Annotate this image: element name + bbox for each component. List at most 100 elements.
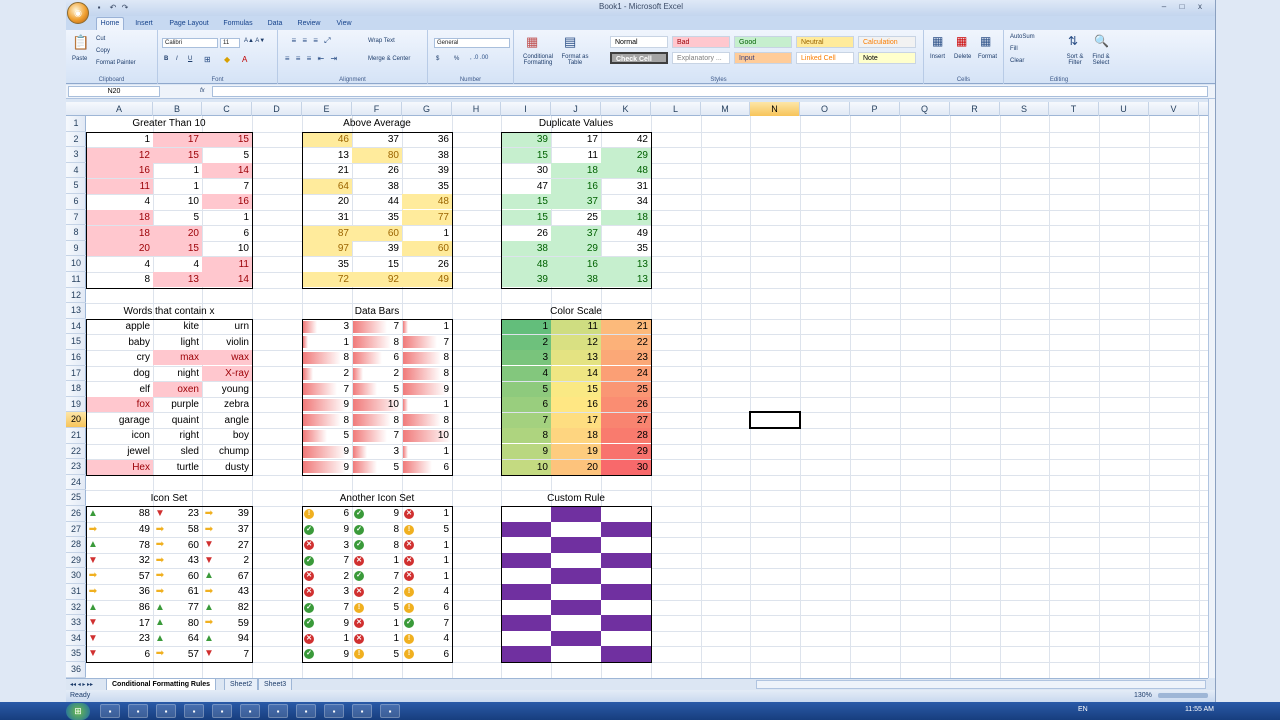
undo-icon[interactable]: ↶ <box>108 3 118 13</box>
merge-center-button[interactable]: Merge & Center <box>368 56 410 62</box>
font-group: Calibri 11 A▲ A▼ B I U ⊞ ◆ A Font <box>158 30 278 84</box>
save-icon[interactable]: ▪ <box>94 3 104 13</box>
worksheet-grid[interactable]: ABCDEFGHIJKLMNOPQRSTUV 1 2 3 4 5 6 7 8 9 10 11 12 13… <box>66 102 1208 678</box>
table-heading: Greater Than 10 <box>132 118 206 130</box>
horizontal-scrollbar[interactable] <box>756 680 1206 689</box>
cell-style-neutral[interactable]: Neutral <box>796 36 854 48</box>
formula-input[interactable] <box>212 86 1208 97</box>
tab-page-layout[interactable]: Page Layout <box>166 18 212 30</box>
fill-button[interactable]: Fill <box>1010 46 1018 52</box>
taskbar-misc-icon[interactable]: ▪ <box>380 704 400 718</box>
redo-icon[interactable]: ↷ <box>120 3 130 13</box>
conditional-formatting-button[interactable]: Conditional Formatting <box>518 54 558 66</box>
tab-review[interactable]: Review <box>294 18 324 30</box>
clipboard-group: 📋 Paste Cut Copy Format Painter Clipboar… <box>66 30 158 84</box>
insert-button[interactable]: Insert <box>930 54 945 60</box>
tab-home[interactable]: Home <box>96 17 124 30</box>
grow-font-icon[interactable]: A▲ A▼ <box>244 38 265 44</box>
copy-button[interactable]: Copy <box>96 48 110 54</box>
taskbar-excel-icon[interactable]: ▪ <box>240 704 260 718</box>
percent-button[interactable]: % <box>454 56 459 62</box>
cell-style-calculation[interactable]: Calculation <box>858 36 916 48</box>
taskbar-explorer-icon[interactable]: ▪ <box>100 704 120 718</box>
font-size-select[interactable]: 11 <box>220 38 240 48</box>
clock[interactable]: 11:55 AM <box>1185 706 1214 713</box>
tab-formulas[interactable]: Formulas <box>220 18 256 30</box>
cell-style-linked-cell[interactable]: Linked Cell <box>796 52 854 64</box>
taskbar-media-icon[interactable]: ▪ <box>156 704 176 718</box>
format-painter-button[interactable]: Format Painter <box>96 60 136 66</box>
group-label: Cells <box>956 77 971 83</box>
vertical-align-icons[interactable]: ≡ ≡ ≡ ⤢ <box>282 36 342 46</box>
format-cells-icon[interactable]: ▦ <box>980 34 991 48</box>
tab-view[interactable]: View <box>332 18 356 30</box>
taskbar-outlook-icon[interactable]: ▪ <box>324 704 344 718</box>
taskbar-pdf-icon[interactable]: ▪ <box>352 704 372 718</box>
find-select-button[interactable]: Find & Select <box>1088 54 1114 66</box>
table-heading: Words that contain x <box>123 305 215 317</box>
office-button[interactable]: ◉ <box>67 2 89 24</box>
editing-group: AutoSum Fill Clear ⇅ Sort & Filter 🔍 Fin… <box>1004 30 1114 84</box>
italic-button[interactable]: I <box>176 56 178 62</box>
zoom-level[interactable]: 130% <box>1134 692 1152 699</box>
taskbar-ie-icon[interactable]: ▪ <box>128 704 148 718</box>
cell-style-good[interactable]: Good <box>734 36 792 48</box>
close-button[interactable]: x <box>1194 2 1206 13</box>
autosum-button[interactable]: AutoSum <box>1010 34 1035 40</box>
cell-style-note[interactable]: Note <box>858 52 916 64</box>
tab-insert[interactable]: Insert <box>130 18 158 30</box>
conditional-formatting-icon[interactable]: ▦ <box>526 34 538 50</box>
taskbar-chrome-icon[interactable]: ▪ <box>212 704 232 718</box>
cut-button[interactable]: Cut <box>96 36 105 42</box>
format-button[interactable]: Format <box>978 54 997 60</box>
clear-button[interactable]: Clear <box>1010 58 1024 64</box>
paste-icon[interactable]: 📋 <box>72 34 89 51</box>
fill-color-icon[interactable]: ◆ <box>224 55 230 64</box>
format-as-table-icon[interactable]: ▤ <box>564 34 576 50</box>
language-indicator[interactable]: EN <box>1078 706 1088 713</box>
border-icon[interactable]: ⊞ <box>204 55 211 64</box>
taskbar-word-icon[interactable]: ▪ <box>296 704 316 718</box>
table-border <box>86 131 253 289</box>
table-border <box>501 506 652 663</box>
format-as-table-button[interactable]: Format as Table <box>558 54 592 66</box>
taskbar-folder-icon[interactable]: ▪ <box>184 704 204 718</box>
vertical-scrollbar[interactable] <box>1208 99 1215 678</box>
horizontal-align-icons[interactable]: ≡ ≡ ≡ ⇤ ⇥ <box>282 54 342 63</box>
maximize-button[interactable]: □ <box>1176 2 1188 13</box>
font-color-icon[interactable]: A <box>242 55 247 64</box>
cell-style-input[interactable]: Input <box>734 52 792 64</box>
bold-button[interactable]: B <box>164 56 168 62</box>
cell-style-bad[interactable]: Bad <box>672 36 730 48</box>
styles-group: ▦ Conditional Formatting ▤ Format as Tab… <box>514 30 924 84</box>
insert-cells-icon[interactable]: ▦ <box>932 34 943 48</box>
cell-style-explanatory-[interactable]: Explanatory ... <box>672 52 730 64</box>
taskbar-app-icon[interactable]: ▪ <box>268 704 288 718</box>
cell-style-check-cell[interactable]: Check Cell <box>610 52 668 64</box>
font-name-select[interactable]: Calibri <box>162 38 218 48</box>
tab-data[interactable]: Data <box>264 18 286 30</box>
wrap-text-button[interactable]: Wrap Text <box>368 38 395 44</box>
zoom-slider[interactable] <box>1158 693 1208 698</box>
underline-button[interactable]: U <box>188 56 192 62</box>
ribbon: 📋 Paste Cut Copy Format Painter Clipboar… <box>66 30 1215 84</box>
currency-button[interactable]: $ <box>436 56 439 62</box>
name-box[interactable]: N20 <box>68 86 160 97</box>
sort-filter-icon[interactable]: ⇅ <box>1068 34 1078 48</box>
sheet-nav-icons[interactable]: ◂◂ ◂ ▸ ▸▸ <box>70 681 93 688</box>
table-heading: Above Average <box>343 118 411 130</box>
delete-button[interactable]: Delete <box>954 54 971 60</box>
binoculars-icon[interactable]: 🔍 <box>1094 34 1109 48</box>
paste-button[interactable]: Paste <box>72 56 87 62</box>
table-heading: Custom Rule <box>547 492 605 504</box>
fx-icon[interactable]: fx <box>200 88 205 94</box>
start-button[interactable]: ⊞ <box>66 703 90 720</box>
delete-cells-icon[interactable]: ▦ <box>956 34 967 48</box>
title-bar: Book1 - Microsoft Excel ▪ ↶ ↷ – □ x <box>66 0 1215 16</box>
cell-style-normal[interactable]: Normal <box>610 36 668 48</box>
number-format-select[interactable]: General <box>434 38 510 48</box>
sort-filter-button[interactable]: Sort & Filter <box>1062 54 1088 66</box>
minimize-button[interactable]: – <box>1158 2 1170 13</box>
comma-style-icon[interactable]: , .0 .00 <box>470 55 488 61</box>
selected-cell-outline[interactable] <box>749 411 801 429</box>
